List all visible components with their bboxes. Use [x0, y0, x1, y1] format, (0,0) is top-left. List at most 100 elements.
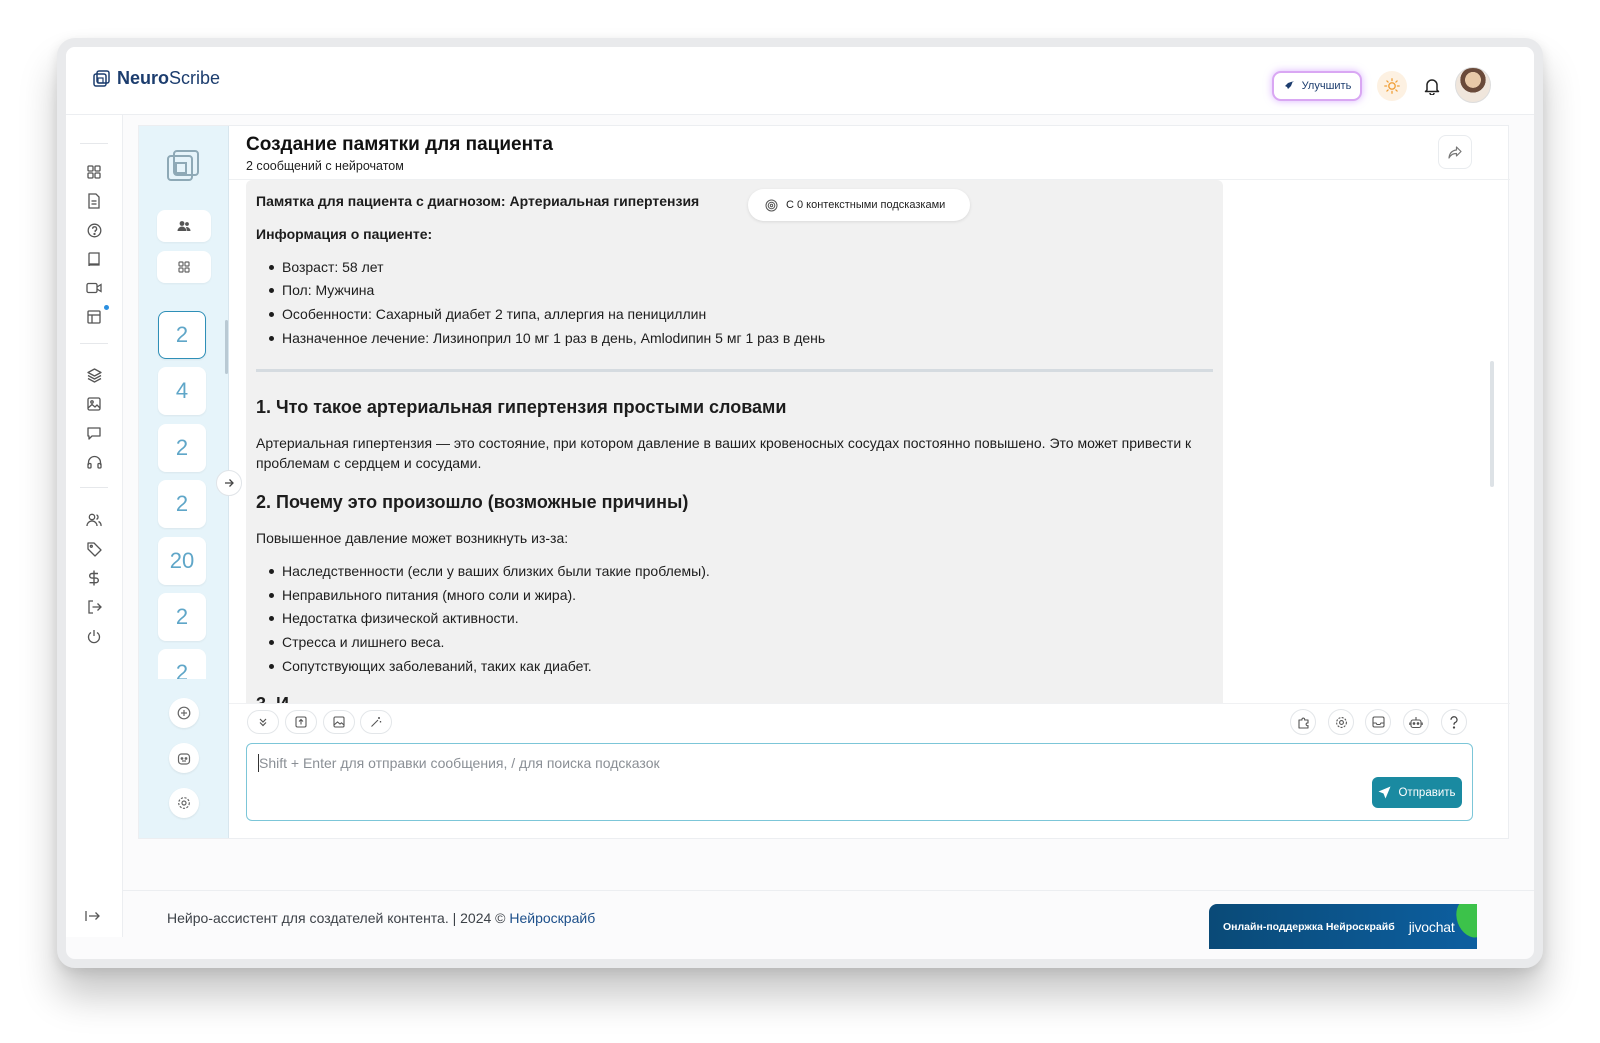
message-count: 2 сообщений с нейрочатом [246, 159, 404, 173]
rail-divider [80, 143, 108, 144]
footer-divider [123, 890, 1534, 891]
magic-button[interactable] [360, 710, 392, 734]
bell-icon [1424, 79, 1440, 95]
document-icon[interactable] [85, 192, 103, 210]
table-icon[interactable] [85, 308, 103, 326]
layers-icon[interactable] [85, 366, 103, 384]
app-mark-icon [165, 148, 201, 189]
section-heading: 2. Почему это произошло (возможные причи… [256, 492, 689, 513]
page-title: Создание памятки для пациента [246, 134, 553, 155]
settings-button[interactable] [169, 788, 199, 818]
send-button[interactable]: Отправить [1372, 777, 1462, 808]
causes-list: Наследственности (если у ваших близких б… [256, 561, 1213, 677]
logo-text: NeuroScribe [117, 68, 221, 88]
puzzle-icon [1297, 717, 1309, 729]
divider [256, 368, 1213, 372]
share-button[interactable] [1438, 135, 1472, 169]
image-button[interactable] [323, 710, 355, 734]
dollar-icon[interactable] [85, 569, 103, 587]
help-button[interactable] [1441, 709, 1467, 735]
scroll-down-button[interactable] [247, 710, 279, 734]
divider [229, 703, 1510, 704]
tag-icon[interactable] [85, 540, 103, 558]
footer-link[interactable]: Нейроскрайб [509, 910, 595, 926]
list-item: Особенности: Сахарный диабет 2 типа, алл… [256, 304, 1213, 324]
section-text: Повышенное давление может возникнуть из-… [256, 530, 569, 547]
plus-circle-icon [177, 706, 191, 720]
message-list[interactable]: Памятка для пациента с диагнозом: Артери… [246, 180, 1223, 704]
headphones-icon[interactable] [85, 453, 103, 471]
context-hints-chip[interactable]: С 0 контекстными подсказками [748, 189, 970, 221]
power-icon[interactable] [85, 627, 103, 645]
history-item[interactable]: 2 [158, 424, 206, 472]
message-input[interactable]: Shift + Enter для отправки сообщения, / … [246, 743, 1473, 821]
theme-toggle-button[interactable] [1377, 71, 1407, 101]
list-item: Наследственности (если у ваших близких б… [256, 561, 1213, 581]
image-icon[interactable] [85, 395, 103, 413]
context-hints-label: С 0 контекстными подсказками [786, 199, 946, 211]
chat-icon[interactable] [85, 424, 103, 442]
rocket-icon [1284, 81, 1294, 89]
dashboard-icon[interactable] [85, 163, 103, 181]
patient-info-list: Возраст: 58 лет Пол: Мужчина Особенности… [256, 257, 1213, 349]
rail-divider [80, 343, 108, 344]
history-item[interactable]: 2 [158, 480, 206, 528]
user-avatar[interactable] [1455, 67, 1491, 103]
history-item[interactable]: 20 [158, 537, 206, 585]
history-item[interactable]: 2 [158, 311, 206, 359]
collapse-menu-icon[interactable] [85, 909, 101, 927]
section-text: Артериальная гипертензия — это состояние… [256, 434, 1192, 471]
logo[interactable]: NeuroScribe [93, 68, 220, 89]
users-icon [177, 221, 191, 231]
list-item: Сопутствующих заболеваний, таких как диа… [256, 656, 1213, 676]
chevrons-down-icon [259, 718, 267, 727]
plugins-button[interactable] [1290, 709, 1316, 735]
history-item[interactable]: 2 [158, 593, 206, 641]
patient-info-title: Информация о пациенте: [256, 226, 433, 243]
list-item: Назначенное лечение: Лизиноприл 10 мг 1 … [256, 328, 1213, 348]
bot-button[interactable] [1403, 709, 1429, 735]
main-nav-rail [66, 115, 123, 937]
users-icon[interactable] [85, 511, 103, 529]
history-clip: 2 [158, 649, 206, 679]
upgrade-label: Улучшить [1301, 80, 1352, 92]
notifications-button[interactable] [1418, 72, 1446, 100]
assistant-button[interactable] [169, 743, 199, 773]
grid-view-button[interactable] [157, 251, 211, 283]
support-chat-widget[interactable]: Онлайн-поддержка Нейроскрайб jivochat [1209, 904, 1477, 949]
video-icon[interactable] [85, 279, 103, 297]
memo-heading: Памятка для пациента с диагнозом: Артери… [256, 193, 700, 209]
toggle-sidebar-button[interactable] [216, 470, 242, 496]
chat-scrollbar[interactable] [1490, 361, 1494, 487]
bot-face-icon [177, 752, 191, 765]
upload-button[interactable] [285, 710, 317, 734]
history-item[interactable]: 4 [158, 367, 206, 415]
support-label: Онлайн-поддержка Нейроскрайб [1223, 920, 1395, 933]
logout-icon[interactable] [85, 598, 103, 616]
history-item[interactable]: 2 [158, 649, 206, 679]
send-icon [1378, 786, 1391, 799]
list-item: Неправильного питания (много соли и жира… [256, 585, 1213, 605]
new-chat-button[interactable] [169, 698, 199, 728]
grid-icon [178, 261, 190, 273]
help-circle-icon[interactable] [85, 221, 103, 239]
logo-icon [93, 69, 110, 87]
inbox-icon [1371, 716, 1385, 728]
contacts-button[interactable] [157, 210, 211, 242]
jivochat-logo: jivochat [1408, 918, 1455, 935]
footer-text: Нейро-ассистент для создателей контента.… [167, 910, 596, 926]
app-window: NeuroScribe Улучшить 2 4 2 2 20 2 2 Созд… [57, 38, 1543, 968]
upgrade-button[interactable]: Улучшить [1272, 71, 1362, 101]
list-item: Пол: Мужчина [256, 280, 1213, 300]
list-item: Стресса и лишнего веса. [256, 632, 1213, 652]
assistant-message: Памятка для пациента с диагнозом: Артери… [246, 180, 1223, 704]
input-placeholder: Shift + Enter для отправки сообщения, / … [259, 755, 660, 771]
list-item: Возраст: 58 лет [256, 257, 1213, 277]
magic-wand-icon [371, 717, 382, 727]
book-icon[interactable] [85, 250, 103, 268]
robot-icon [1409, 716, 1423, 728]
chat-settings-button[interactable] [1328, 709, 1354, 735]
history-scrollbar[interactable] [225, 320, 228, 374]
inbox-button[interactable] [1365, 709, 1391, 735]
upload-icon [295, 716, 307, 728]
